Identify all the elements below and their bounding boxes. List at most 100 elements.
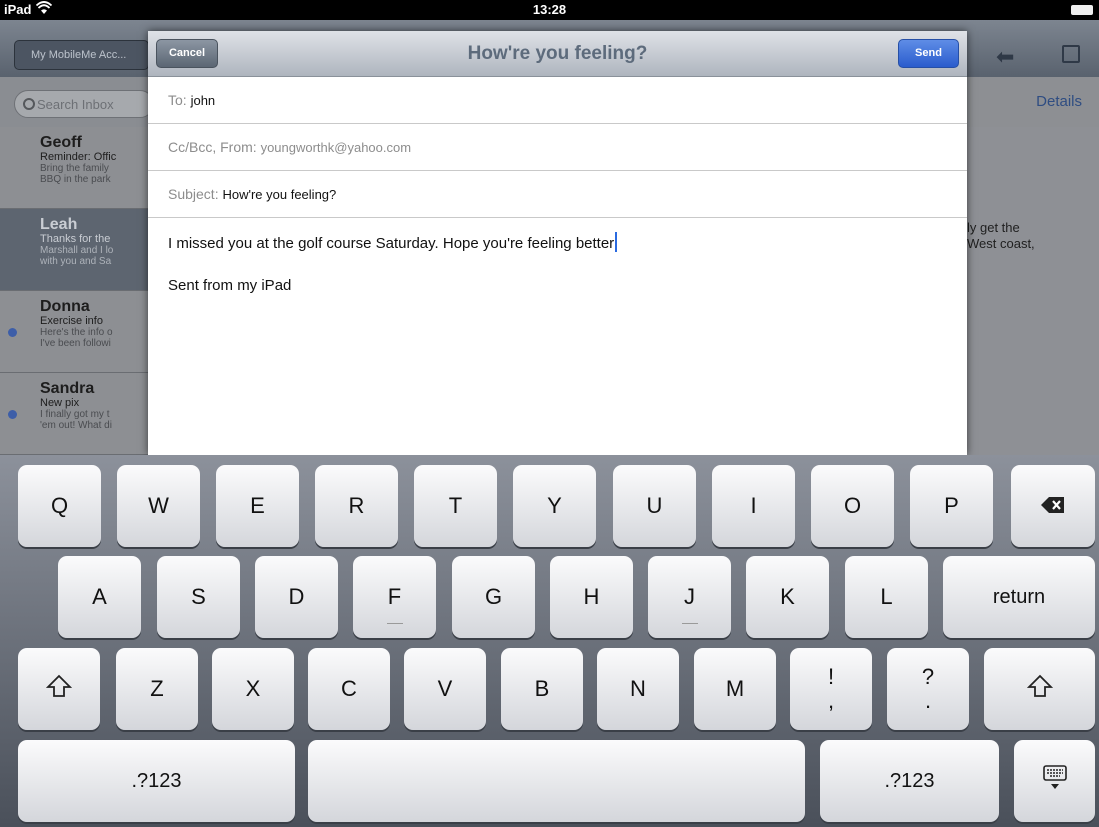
list-item[interactable]: Geoff Reminder: Offic Bring the family B…	[0, 127, 148, 209]
to-field[interactable]: To: john	[148, 77, 967, 124]
message-preview: Marshall and I lo	[40, 245, 114, 256]
key-u[interactable]: U	[613, 465, 696, 547]
message-preview: BBQ in the park	[40, 174, 111, 185]
battery-icon	[1071, 5, 1093, 15]
keyboard-dismiss-icon	[1042, 764, 1068, 798]
unread-dot-icon	[8, 410, 17, 419]
key-t[interactable]: T	[414, 465, 497, 547]
message-preview: I finally got my t	[40, 409, 110, 420]
key-f-label: F	[387, 584, 402, 609]
message-body-input[interactable]: I missed you at the golf course Saturday…	[168, 232, 618, 252]
message-body-text: I missed you at the golf course Saturday…	[168, 235, 615, 252]
key-top-label: ?	[921, 664, 935, 689]
message-subject: Exercise info	[40, 315, 103, 327]
numbers-key-right[interactable]: .?123	[820, 740, 999, 822]
shift-key-left[interactable]	[18, 648, 100, 730]
message-subject: Reminder: Offic	[40, 151, 117, 163]
subject-value[interactable]: How're you feeling?	[222, 187, 336, 202]
key-y[interactable]: Y	[513, 465, 596, 547]
snippet-line: West coast,	[967, 236, 1035, 251]
key-d[interactable]: D	[255, 556, 338, 638]
backspace-key[interactable]	[1011, 465, 1095, 547]
search-input[interactable]: Search Inbox	[14, 90, 154, 118]
key-bottom-label: .	[924, 688, 932, 713]
message-sender: Sandra	[40, 380, 95, 397]
key-i[interactable]: I	[712, 465, 795, 547]
key-bottom-label: ,	[827, 688, 835, 713]
message-preview: with you and Sa	[40, 256, 112, 267]
message-body-snippet: ly get the West coast,	[967, 220, 1035, 252]
key-f[interactable]: F	[353, 556, 436, 638]
key-c[interactable]: C	[308, 648, 390, 730]
compose-sheet: How're you feeling? Cancel Send To: john…	[148, 31, 967, 455]
clock: 13:28	[532, 2, 567, 17]
space-key[interactable]	[308, 740, 805, 822]
compose-title: How're you feeling?	[467, 43, 648, 64]
details-link[interactable]: Details	[1036, 93, 1082, 110]
key-s[interactable]: S	[157, 556, 240, 638]
key-h[interactable]: H	[550, 556, 633, 638]
message-subject: Thanks for the	[40, 233, 111, 245]
key-o[interactable]: O	[811, 465, 894, 547]
message-preview: 'em out! What di	[40, 420, 112, 431]
reply-icon[interactable]: ⬅	[996, 44, 1014, 70]
compose-icon[interactable]	[1062, 45, 1080, 63]
unread-dot-icon	[8, 328, 17, 337]
key-top-label: !	[827, 664, 835, 689]
key-v[interactable]: V	[404, 648, 486, 730]
text-cursor	[615, 232, 618, 252]
message-sender: Geoff	[40, 134, 82, 151]
onscreen-keyboard: Q W E R T Y U I O P A S D F G H J K L re…	[0, 455, 1099, 827]
key-a[interactable]: A	[58, 556, 141, 638]
key-m[interactable]: M	[694, 648, 776, 730]
list-item[interactable]: Sandra New pix I finally got my t 'em ou…	[0, 373, 148, 455]
from-value[interactable]: youngworthk@yahoo.com	[261, 140, 412, 155]
snippet-line: ly get the	[967, 220, 1020, 235]
shift-icon	[1026, 674, 1053, 704]
key-question-period[interactable]: ? .	[887, 648, 969, 730]
status-bar: iPad 13:28	[0, 0, 1099, 20]
message-detail-pane: ly get the West coast,	[967, 127, 1099, 455]
ccbcc-from-label: Cc/Bcc, From:	[168, 139, 257, 155]
key-l[interactable]: L	[845, 556, 928, 638]
list-item[interactable]: Donna Exercise info Here's the info o I'…	[0, 291, 148, 373]
cancel-button[interactable]: Cancel	[156, 39, 218, 68]
message-subject: New pix	[40, 397, 80, 409]
key-g[interactable]: G	[452, 556, 535, 638]
key-r[interactable]: R	[315, 465, 398, 547]
backspace-icon	[1041, 493, 1065, 519]
key-b[interactable]: B	[501, 648, 583, 730]
key-k[interactable]: K	[746, 556, 829, 638]
signature: Sent from my iPad	[168, 277, 292, 294]
message-preview: I've been followi	[40, 338, 111, 349]
key-x[interactable]: X	[212, 648, 294, 730]
message-sender: Leah	[40, 216, 78, 233]
key-j[interactable]: J	[648, 556, 731, 638]
to-value[interactable]: john	[191, 93, 216, 108]
send-button[interactable]: Send	[898, 39, 959, 68]
ccbcc-from-field[interactable]: Cc/Bcc, From: youngworthk@yahoo.com	[148, 124, 967, 171]
hide-keyboard-key[interactable]	[1014, 740, 1095, 822]
numbers-key-left[interactable]: .?123	[18, 740, 295, 822]
key-z[interactable]: Z	[116, 648, 198, 730]
to-label: To:	[168, 92, 187, 108]
message-sender: Donna	[40, 298, 90, 315]
subject-field[interactable]: Subject: How're you feeling?	[148, 171, 967, 218]
key-j-label: J	[684, 584, 695, 609]
key-p[interactable]: P	[910, 465, 993, 547]
return-key[interactable]: return	[943, 556, 1095, 638]
list-item[interactable]: Leah Thanks for the Marshall and I lo wi…	[0, 209, 148, 291]
shift-key-right[interactable]	[984, 648, 1095, 730]
home-bump-icon	[386, 623, 403, 624]
key-exclaim-comma[interactable]: ! ,	[790, 648, 872, 730]
key-q[interactable]: Q	[18, 465, 101, 547]
key-e[interactable]: E	[216, 465, 299, 547]
back-button[interactable]: My MobileMe Acc...	[14, 40, 149, 70]
home-bump-icon	[681, 623, 698, 624]
subject-label: Subject:	[168, 186, 219, 202]
key-n[interactable]: N	[597, 648, 679, 730]
key-w[interactable]: W	[117, 465, 200, 547]
message-preview: Bring the family	[40, 163, 109, 174]
shift-icon	[45, 674, 73, 704]
message-preview: Here's the info o	[40, 327, 113, 338]
